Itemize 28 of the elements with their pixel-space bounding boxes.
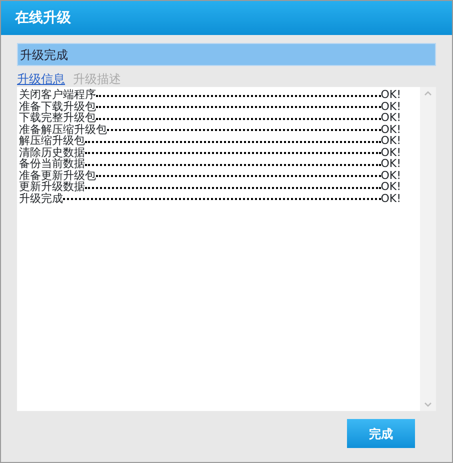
log-step: 准备更新升级包 [19, 170, 96, 181]
log-result: OK! [380, 124, 401, 135]
scroll-down-icon[interactable] [424, 402, 432, 407]
tab[interactable]: 升级描述 [73, 71, 121, 87]
log-step: 下载完整升级包 [19, 112, 96, 124]
log-result: OK! [380, 89, 401, 100]
log-step: 备份当前数据 [19, 158, 85, 170]
log-result: OK! [380, 192, 401, 204]
tab[interactable]: 升级信息 [17, 71, 65, 87]
finish-button[interactable]: 完成 [347, 419, 415, 448]
scroll-up-icon[interactable] [424, 91, 432, 96]
log-result: OK! [380, 158, 401, 170]
scrollbar[interactable] [420, 87, 436, 411]
log-step: 解压缩升级包 [19, 135, 85, 146]
log-step: 清除历史数据 [19, 146, 85, 158]
log-result: OK! [380, 100, 401, 112]
log-step: 升级完成 [19, 192, 63, 204]
log-step: 更新升级数据 [19, 181, 85, 192]
status-bar: 升级完成 [17, 43, 436, 66]
log-step: 准备下载升级包 [19, 100, 96, 112]
log-result: OK! [380, 112, 401, 124]
log-step: 准备解压缩升级包 [19, 124, 107, 135]
log-result: OK! [380, 170, 401, 181]
window-title: 在线升级 [1, 1, 452, 35]
log-result: OK! [380, 146, 401, 158]
log-result: OK! [380, 181, 401, 192]
log-step: 关闭客户端程序 [19, 89, 96, 100]
log-result: OK! [380, 135, 401, 146]
